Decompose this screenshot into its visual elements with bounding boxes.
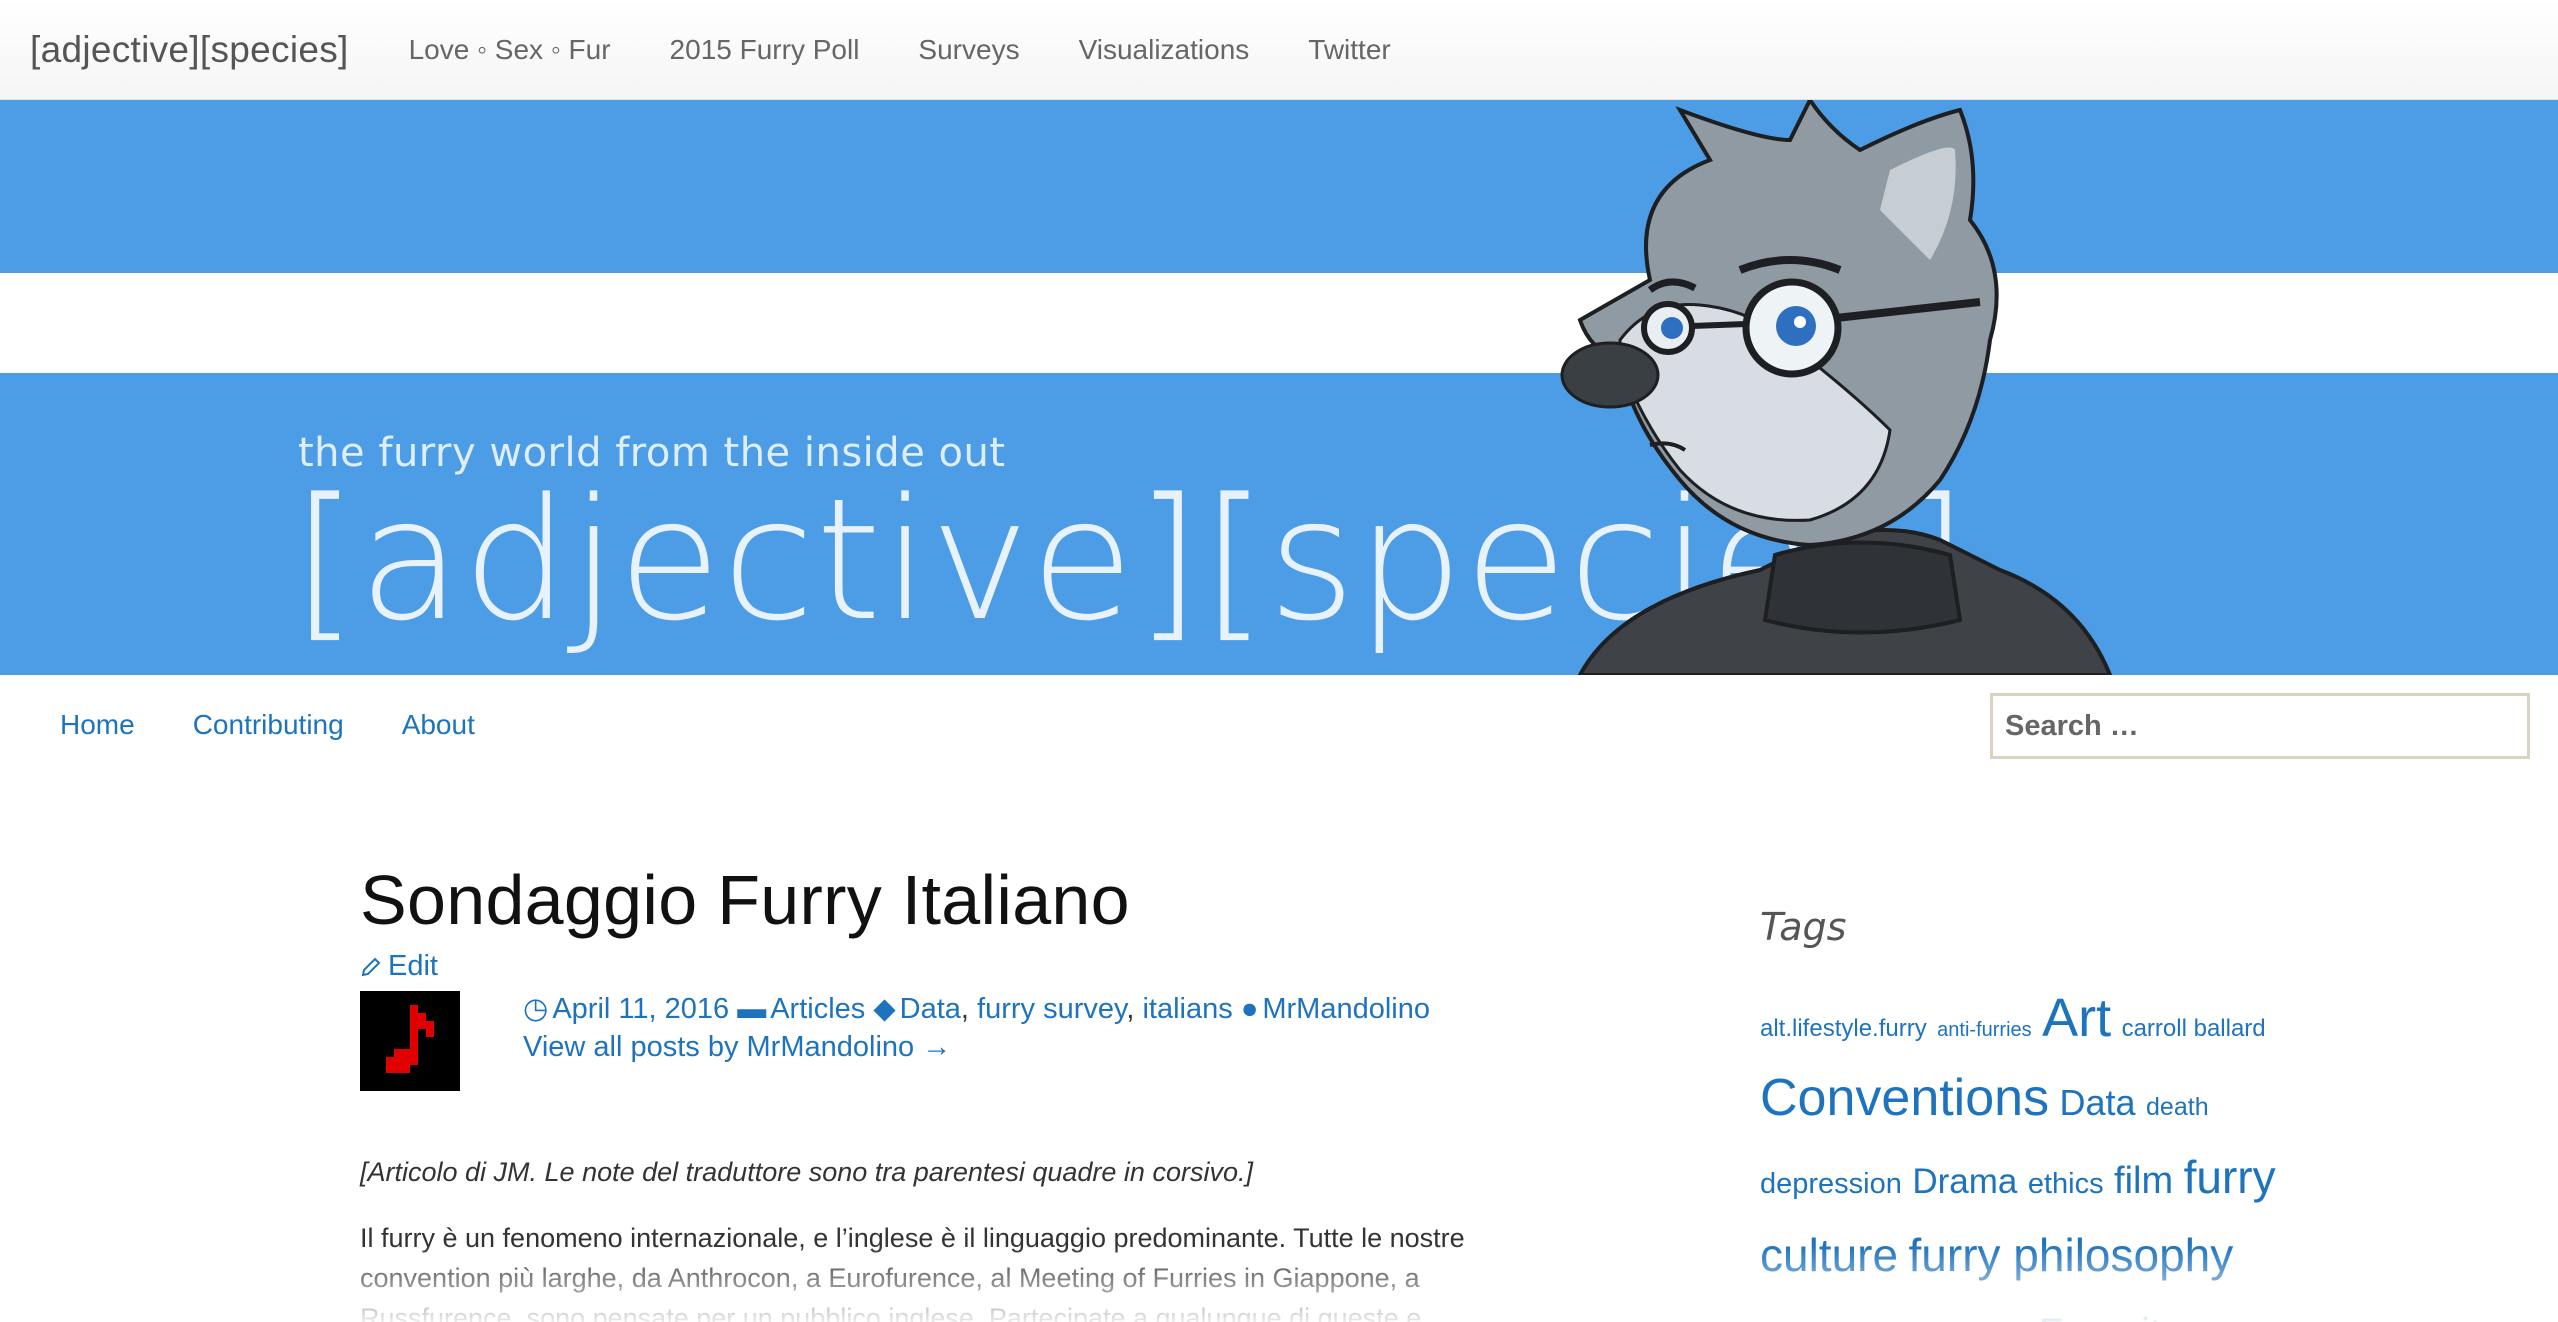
edit-label: Edit xyxy=(388,950,438,982)
clock-icon: ◷ xyxy=(523,993,549,1025)
nav-link-surveys[interactable]: Surveys xyxy=(918,34,1019,66)
tag-cloud: alt.lifestyle.furry anti-furries Art car… xyxy=(1760,985,2320,1322)
nav-link-2015-furry-poll[interactable]: 2015 Furry Poll xyxy=(670,34,860,66)
tag-cloud-link[interactable]: death xyxy=(2146,1093,2209,1121)
post-meta-line: ◷ April 11, 2016 ▬ Articles ◆ Data, furry s… xyxy=(523,991,1430,1026)
article-paragraph: Il furry è un fenomeno internazionale, e… xyxy=(360,1223,1465,1322)
nav-link-twitter[interactable]: Twitter xyxy=(1308,34,1390,66)
tag-link-data[interactable]: Data xyxy=(900,993,961,1025)
tag-cloud-link[interactable]: Conventions xyxy=(1760,1069,2049,1127)
tag-cloud-link[interactable]: Drama xyxy=(1912,1162,2017,1201)
article: Sondaggio Furry Italiano Edit ◷ April 11,… xyxy=(360,860,1520,1322)
author-avatar[interactable] xyxy=(360,991,460,1091)
tag-cloud-link[interactable]: furry philosophy xyxy=(1909,1229,2234,1281)
category-link[interactable]: Articles xyxy=(770,993,865,1025)
tag-cloud-link[interactable]: ethics xyxy=(2028,1168,2104,1200)
view-all-posts-link[interactable]: View all posts by MrMandolino → xyxy=(523,1031,951,1064)
sidebar: Tags alt.lifestyle.furry anti-furries Ar… xyxy=(1760,905,2320,1322)
tag-cloud-link[interactable]: Art xyxy=(2042,988,2111,1048)
user-icon: ● xyxy=(1240,993,1259,1025)
tag-separator: , xyxy=(1126,993,1143,1025)
tag-cloud-link[interactable]: film xyxy=(2114,1160,2173,1202)
subnav-contributing-link[interactable]: Contributing xyxy=(193,709,344,741)
tag-link-italians[interactable]: italians xyxy=(1142,993,1232,1025)
subnav-about-link[interactable]: About xyxy=(402,709,475,741)
tag-separator: , xyxy=(960,993,978,1025)
wolf-mascot-illustration xyxy=(1560,100,2113,675)
tags-heading: Tags xyxy=(1760,905,1847,949)
translator-note: [Articolo di JM. Le note del traduttore … xyxy=(360,1157,1253,1187)
post-date-link[interactable]: April 11, 2016 xyxy=(552,993,729,1025)
tag-cloud-link[interactable]: Data xyxy=(2060,1082,2136,1123)
subnav-home-link[interactable]: Home xyxy=(60,709,135,741)
tag-cloud-link[interactable]: alt.lifestyle.furry xyxy=(1760,1015,1927,1042)
nav-link-visualizations[interactable]: Visualizations xyxy=(1079,34,1250,66)
tag-cloud-link[interactable]: carroll ballard xyxy=(2122,1015,2266,1042)
article-title: Sondaggio Furry Italiano xyxy=(360,861,1130,939)
header-banner[interactable]: the furry world from the inside out [adj… xyxy=(0,100,2558,675)
nav-link-love-sex-fur[interactable]: Love ◦ Sex ◦ Fur xyxy=(409,34,611,66)
top-navbar: [adjective][species] Love ◦ Sex ◦ Fur 20… xyxy=(0,0,2558,100)
tag-link-furry-survey[interactable]: furry survey xyxy=(977,993,1126,1025)
tag-cloud-link[interactable]: depression xyxy=(1760,1168,1902,1200)
post-meta: ◷ April 11, 2016 ▬ Articles ◆ Data, furry s… xyxy=(360,991,1520,1091)
search-input[interactable] xyxy=(1990,693,2530,759)
tag-icon: ◆ xyxy=(873,993,896,1025)
pencil-icon xyxy=(361,957,381,976)
tag-cloud-link[interactable]: Fursuits xyxy=(2039,1311,2181,1322)
folder-icon: ▬ xyxy=(737,993,767,1025)
edit-link[interactable]: Edit xyxy=(360,950,438,983)
site-brand-link[interactable]: [adjective][species] xyxy=(30,29,349,71)
author-link[interactable]: MrMandolino xyxy=(1262,993,1430,1025)
tag-cloud-link[interactable]: anti-furries xyxy=(1937,1019,2031,1041)
